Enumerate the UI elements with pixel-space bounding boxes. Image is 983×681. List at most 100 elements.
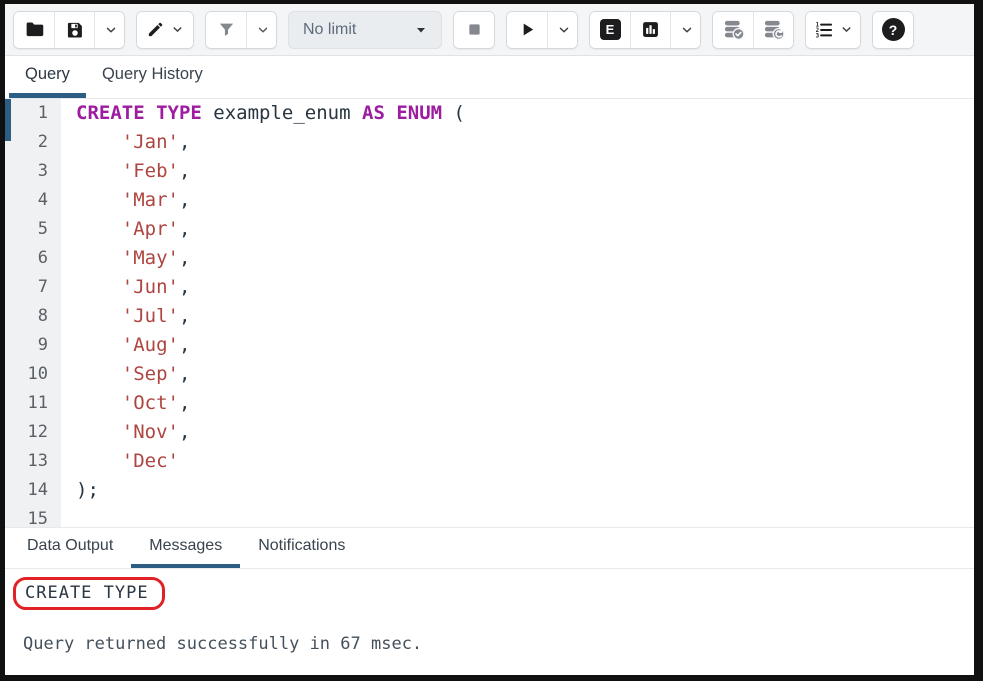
- tab-data-output[interactable]: Data Output: [9, 528, 131, 568]
- code-text: 'Mar',: [61, 186, 190, 215]
- line-number: 1: [5, 99, 61, 128]
- stop-button-group: [453, 11, 495, 49]
- database-rollback-icon: [762, 18, 785, 41]
- sql-editor-content: 1CREATE TYPE example_enum AS ENUM (2 'Ja…: [5, 99, 974, 527]
- line-number: 12: [5, 418, 61, 447]
- edit-button-group: [136, 11, 194, 49]
- explain-button-group: E: [589, 11, 701, 49]
- code-line: 13 'Dec': [5, 447, 974, 476]
- code-text: 'Dec': [61, 447, 179, 476]
- code-line: 3 'Feb',: [5, 157, 974, 186]
- filter-funnel-icon: [217, 20, 236, 39]
- line-number: 8: [5, 302, 61, 331]
- code-line: 10 'Sep',: [5, 360, 974, 389]
- svg-text:3: 3: [815, 33, 819, 39]
- status-message: Query returned successfully in 67 msec.: [23, 634, 974, 654]
- code-line: 11 'Oct',: [5, 389, 974, 418]
- code-line: 4 'Mar',: [5, 186, 974, 215]
- code-text: CREATE TYPE example_enum AS ENUM (: [61, 99, 465, 128]
- code-text: [61, 505, 76, 527]
- code-text: 'Aug',: [61, 331, 190, 360]
- stop-square-icon: [465, 20, 484, 39]
- chevron-down-icon: [171, 23, 184, 36]
- code-text: 'Feb',: [61, 157, 190, 186]
- line-number: 11: [5, 389, 61, 418]
- line-number: 10: [5, 360, 61, 389]
- line-number: 3: [5, 157, 61, 186]
- chevron-down-icon: [256, 23, 270, 37]
- code-line: 8 'Jul',: [5, 302, 974, 331]
- line-number: 13: [5, 447, 61, 476]
- editor-tabbar: Query Query History: [5, 56, 974, 99]
- macros-button-group: 123: [805, 11, 861, 49]
- macros-button[interactable]: 123: [806, 12, 860, 48]
- database-commit-icon: [722, 18, 745, 41]
- explain-options-button[interactable]: [670, 12, 700, 48]
- line-number: 2: [5, 128, 61, 157]
- dropdown-caret-icon: [415, 24, 427, 36]
- code-text: 'Jan',: [61, 128, 190, 157]
- code-line: 12 'Nov',: [5, 418, 974, 447]
- messages-panel: CREATE TYPE Query returned successfully …: [5, 569, 974, 675]
- tab-messages[interactable]: Messages: [131, 528, 240, 568]
- line-number: 7: [5, 273, 61, 302]
- tab-query-history[interactable]: Query History: [86, 56, 219, 98]
- question-mark-icon: ?: [882, 18, 905, 41]
- help-button[interactable]: ?: [873, 12, 913, 48]
- chevron-down-icon: [557, 23, 571, 37]
- folder-icon: [24, 19, 45, 40]
- code-line: 5 'Apr',: [5, 215, 974, 244]
- line-number: 5: [5, 215, 61, 244]
- filter-button[interactable]: [206, 12, 246, 48]
- line-number: 15: [5, 505, 61, 527]
- filter-options-button[interactable]: [246, 12, 276, 48]
- code-line: 1CREATE TYPE example_enum AS ENUM (: [5, 99, 974, 128]
- row-limit-select[interactable]: No limit: [288, 11, 442, 49]
- code-text: 'May',: [61, 244, 190, 273]
- floppy-save-icon: [65, 20, 85, 40]
- tab-query[interactable]: Query: [9, 56, 86, 98]
- save-options-button[interactable]: [94, 12, 124, 48]
- code-text: 'Jul',: [61, 302, 190, 331]
- edit-options-button[interactable]: [137, 12, 193, 48]
- line-number: 4: [5, 186, 61, 215]
- tab-notifications[interactable]: Notifications: [240, 528, 363, 568]
- open-file-button[interactable]: [14, 12, 54, 48]
- chevron-down-icon: [104, 23, 118, 37]
- code-text: 'Nov',: [61, 418, 190, 447]
- output-tabbar: Data Output Messages Notifications: [5, 527, 974, 569]
- filter-button-group: [205, 11, 277, 49]
- execute-options-button[interactable]: [547, 12, 577, 48]
- annotation-highlight-ring: CREATE TYPE: [13, 577, 165, 610]
- pencil-icon: [146, 20, 165, 39]
- save-button[interactable]: [54, 12, 94, 48]
- explain-analyze-button[interactable]: [630, 12, 670, 48]
- transaction-button-group: [712, 11, 794, 49]
- stop-button[interactable]: [454, 12, 494, 48]
- chevron-down-icon: [840, 23, 853, 36]
- code-text: 'Oct',: [61, 389, 190, 418]
- commit-button[interactable]: [713, 12, 753, 48]
- bar-chart-icon: [640, 19, 661, 40]
- rollback-button[interactable]: [753, 12, 793, 48]
- line-number: 6: [5, 244, 61, 273]
- line-number: 14: [5, 476, 61, 505]
- code-text: 'Jun',: [61, 273, 190, 302]
- explain-button[interactable]: E: [590, 12, 630, 48]
- sql-editor[interactable]: 1CREATE TYPE example_enum AS ENUM (2 'Ja…: [5, 99, 974, 527]
- execute-button[interactable]: [507, 12, 547, 48]
- code-text: );: [61, 476, 99, 505]
- code-text: 'Sep',: [61, 360, 190, 389]
- code-line: 6 'May',: [5, 244, 974, 273]
- play-icon: [518, 20, 537, 39]
- code-line: 14);: [5, 476, 974, 505]
- code-line: 2 'Jan',: [5, 128, 974, 157]
- code-line: 9 'Aug',: [5, 331, 974, 360]
- chevron-down-icon: [680, 23, 694, 37]
- line-number: 9: [5, 331, 61, 360]
- code-text: 'Apr',: [61, 215, 190, 244]
- explain-icon: E: [600, 19, 621, 40]
- query-toolbar: No limit: [5, 4, 974, 56]
- file-button-group: [13, 11, 125, 49]
- execute-button-group: [506, 11, 578, 49]
